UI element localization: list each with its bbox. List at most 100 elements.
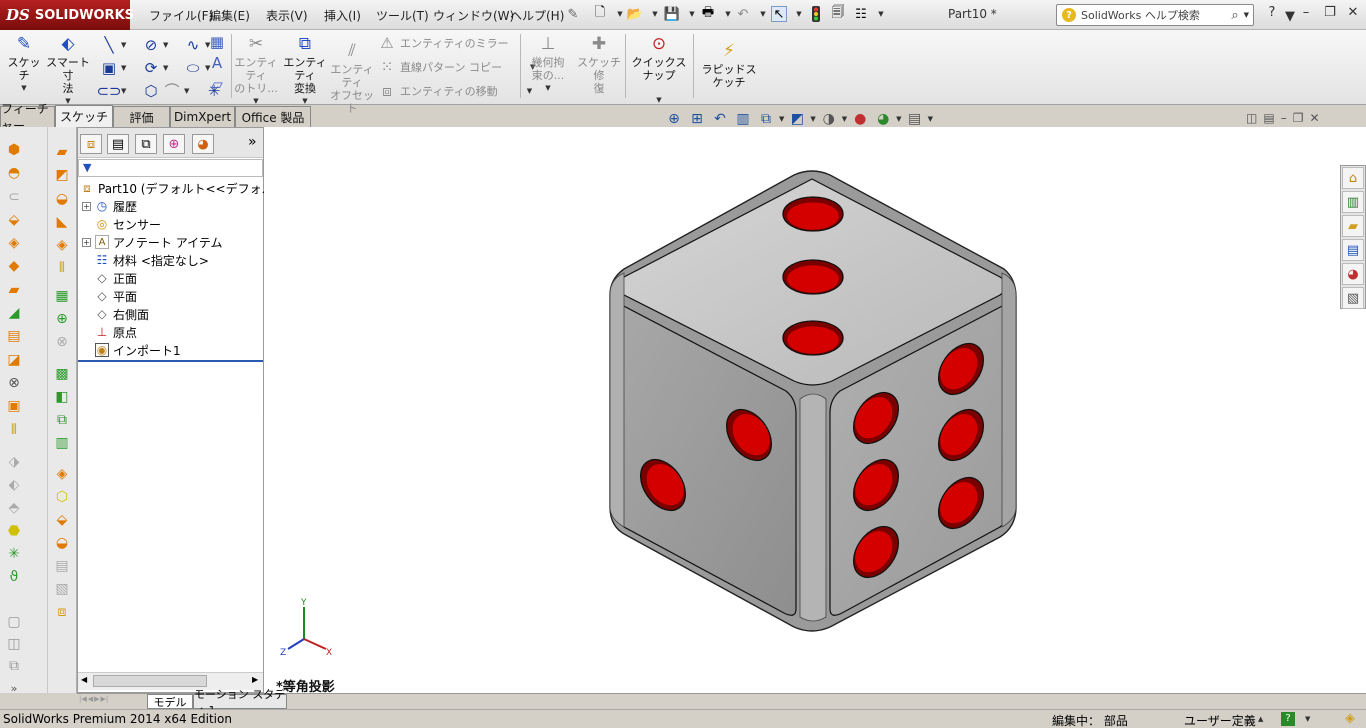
revolved-cut-icon[interactable]: ▰ <box>5 281 23 299</box>
viewport-cascade-icon[interactable]: ▤ <box>1263 111 1274 125</box>
relations-button[interactable]: ⊥ 幾何拘 束の... ▼ <box>526 33 570 95</box>
tree-item-material[interactable]: ☷ 材料 <指定なし> <box>95 251 209 269</box>
hole-wizard-icon[interactable]: ⊗ <box>5 374 23 392</box>
extruded-surface-icon[interactable]: ▰ <box>53 143 71 161</box>
plane-icon[interactable]: ▱ <box>208 75 226 93</box>
print-dropdown-icon[interactable]: ▼ <box>720 6 736 22</box>
delete-hole-icon[interactable]: ⧈ <box>53 603 71 621</box>
dimxpert-manager-tab-icon[interactable]: ⊕ <box>163 134 185 154</box>
line-dropdown-icon[interactable]: ▼ <box>121 41 141 49</box>
lofted-cut-icon[interactable]: ▤ <box>5 327 23 345</box>
menu-window[interactable]: ウィンドウ(W) <box>433 7 514 24</box>
options-dropdown-icon[interactable]: ▼ <box>873 6 889 22</box>
expand-annotations-icon[interactable]: + <box>82 237 91 247</box>
design-library-icon[interactable]: ▥ <box>1342 191 1364 213</box>
extruded-boss-icon[interactable]: ⬢ <box>5 141 23 159</box>
display-style-icon[interactable]: ◩ <box>787 109 807 129</box>
smart-dimension-button[interactable]: ⬖ スマート寸 法 ▼ <box>46 33 90 108</box>
expand-history-icon[interactable]: + <box>82 201 91 211</box>
scroll-left-icon[interactable]: ◀ <box>81 675 87 684</box>
arc-dropdown-icon[interactable]: ▼ <box>163 64 183 72</box>
help-search-box[interactable]: ? SolidWorks ヘルプ検索 ⌕ ▼ <box>1056 4 1254 26</box>
linear-pattern-button[interactable]: ⁙ 直線パターン コピー ▼ <box>378 58 536 76</box>
next-tab-icon[interactable]: ▶ <box>94 695 99 703</box>
menu-help[interactable]: ヘルプ(H) <box>510 7 564 24</box>
trim-surface-icon[interactable]: ◧ <box>53 388 71 406</box>
untrim-surface-icon[interactable]: ⧉ <box>53 411 71 429</box>
boundary-surface-icon[interactable]: ◈ <box>53 236 71 254</box>
revolved-boss-icon[interactable]: ◓ <box>5 164 23 182</box>
rib-icon[interactable]: ⫴ <box>5 421 23 439</box>
viewport-minimize-icon[interactable]: – <box>1281 111 1287 125</box>
polygon-icon[interactable]: ⬡ <box>142 82 160 100</box>
boundary-cut-icon[interactable]: ◪ <box>5 351 23 369</box>
extruded-cut-icon[interactable]: ◆ <box>5 257 23 275</box>
circle-dropdown-icon[interactable]: ▼ <box>163 41 183 49</box>
ellipse-icon[interactable]: ⬭ <box>184 59 202 77</box>
tab-features[interactable]: フィーチャー <box>0 102 55 133</box>
first-tab-icon[interactable]: |◀ <box>79 695 87 703</box>
rectangle-icon[interactable]: ▣ <box>100 59 118 77</box>
menu-file[interactable]: ファイル(F) <box>149 7 213 24</box>
offset-surface-icon[interactable]: ⊕ <box>53 310 71 328</box>
menu-view[interactable]: 表示(V) <box>266 7 308 24</box>
draft-icon[interactable]: ⬗ <box>5 453 23 471</box>
menu-tools[interactable]: ツール(T) <box>376 7 429 24</box>
arc-icon[interactable]: ⟳ <box>142 59 160 77</box>
rollback-bar[interactable] <box>78 360 263 362</box>
help-status-dropdown-icon[interactable]: ▼ <box>1305 715 1310 723</box>
select-dropdown-icon[interactable]: ▼ <box>791 6 807 22</box>
lofted-boss-icon[interactable]: ⬙ <box>5 211 23 229</box>
minimize-icon[interactable]: – <box>1296 5 1316 23</box>
replace-face-icon[interactable]: ▧ <box>53 580 71 598</box>
save-dropdown-icon[interactable]: ▼ <box>684 6 700 22</box>
close-icon[interactable]: ✕ <box>1343 5 1363 23</box>
tree-item-history[interactable]: + ◷ 履歴 <box>82 197 137 215</box>
tree-item-top-plane[interactable]: ◇ 平面 <box>95 287 137 305</box>
fillet-dropdown-icon[interactable]: ▼ <box>184 87 204 95</box>
slot-icon[interactable]: ⊂⊃ <box>96 82 121 100</box>
offset-entities-button[interactable]: ⫽ エンティティ オフセット <box>330 40 374 115</box>
save-icon[interactable]: 💾 <box>664 6 680 22</box>
extend-surface-icon[interactable]: ▩ <box>53 365 71 383</box>
line-icon[interactable]: ╲ <box>100 36 118 54</box>
die-model-viewport[interactable] <box>264 127 1366 693</box>
tree-item-front-plane[interactable]: ◇ 正面 <box>95 269 137 287</box>
repair-sketch-button[interactable]: ✚ スケッチ修 復 <box>575 33 623 95</box>
pushpin-icon[interactable]: ✎ <box>565 6 581 22</box>
slot-dropdown-icon[interactable]: ▼ <box>121 87 141 95</box>
file-properties-icon[interactable]: 🗐 <box>830 5 846 22</box>
zoom-to-fit-icon[interactable]: ⊕ <box>664 109 684 129</box>
quick-snaps-dropdown-icon[interactable]: ▼ <box>656 94 661 107</box>
tree-item-right-plane[interactable]: ◇ 右側面 <box>95 305 149 323</box>
tab-office-products[interactable]: Office 製品 <box>235 106 311 127</box>
tab-evaluate[interactable]: 評価 <box>113 106 170 127</box>
rectangle-dropdown-icon[interactable]: ▼ <box>121 64 141 72</box>
rapid-sketch-button[interactable]: ⚡ ラピッドスケッチ <box>698 40 760 89</box>
new-document-icon[interactable]: 🗋 <box>592 5 608 22</box>
edit-appearance-icon[interactable]: ● <box>850 109 870 129</box>
undo-icon[interactable]: ↶ <box>735 6 751 22</box>
swept-surface-icon[interactable]: ◒ <box>53 190 71 208</box>
circle-icon[interactable]: ⊘ <box>142 36 160 54</box>
grid-icon[interactable]: ▦ <box>208 33 226 51</box>
new-dropdown-icon[interactable]: ▼ <box>612 6 628 22</box>
view-settings-dropdown-icon[interactable]: ▼ <box>928 115 933 123</box>
filled-surface-icon[interactable]: ⫴ <box>53 259 71 277</box>
configuration-manager-tab-icon[interactable]: ⧉ <box>135 134 157 154</box>
tab-model[interactable]: モデル <box>147 694 193 709</box>
sketch-dropdown-icon[interactable]: ▼ <box>21 82 26 95</box>
ruled-surface-icon[interactable]: ⊗ <box>53 333 71 351</box>
hide-show-items-icon[interactable]: ◑ <box>819 109 839 129</box>
delete-face-icon[interactable]: ▤ <box>53 557 71 575</box>
open-folder-icon[interactable]: 📂 <box>627 6 643 22</box>
appearances-icon[interactable]: ◕ <box>1342 263 1364 285</box>
custom-properties-icon[interactable]: ▧ <box>1342 287 1364 309</box>
print-icon[interactable]: 🖶 <box>700 5 716 22</box>
expand-toolbar-icon[interactable]: » <box>5 679 23 697</box>
tab-dimxpert[interactable]: DimXpert <box>170 106 235 127</box>
die-body[interactable] <box>609 170 1017 632</box>
last-tab-icon[interactable]: ▶| <box>101 695 109 703</box>
viewport-restore-icon[interactable]: ❐ <box>1293 111 1304 125</box>
hide-show-dropdown-icon[interactable]: ▼ <box>842 115 847 123</box>
